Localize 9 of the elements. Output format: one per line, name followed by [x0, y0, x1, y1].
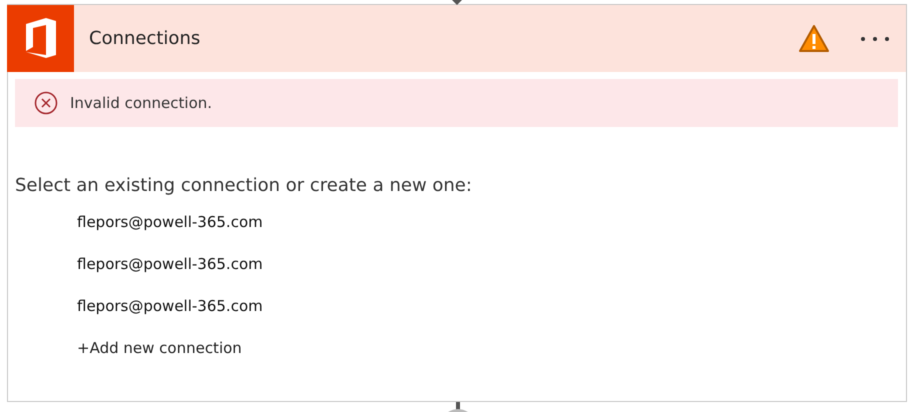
connection-item[interactable]: flepors@powell-365.com [77, 295, 263, 317]
error-message: Invalid connection. [70, 92, 212, 114]
error-icon [34, 91, 58, 115]
card-title: Connections [89, 27, 202, 51]
add-connection-link[interactable]: +Add new connection [77, 337, 242, 359]
connection-item[interactable]: flepors@powell-365.com [77, 211, 263, 233]
connection-item[interactable]: flepors@powell-365.com [77, 253, 263, 275]
connector-arrow-icon [452, 0, 462, 5]
prompt-text: Select an existing connection or create a new one: [15, 174, 472, 198]
